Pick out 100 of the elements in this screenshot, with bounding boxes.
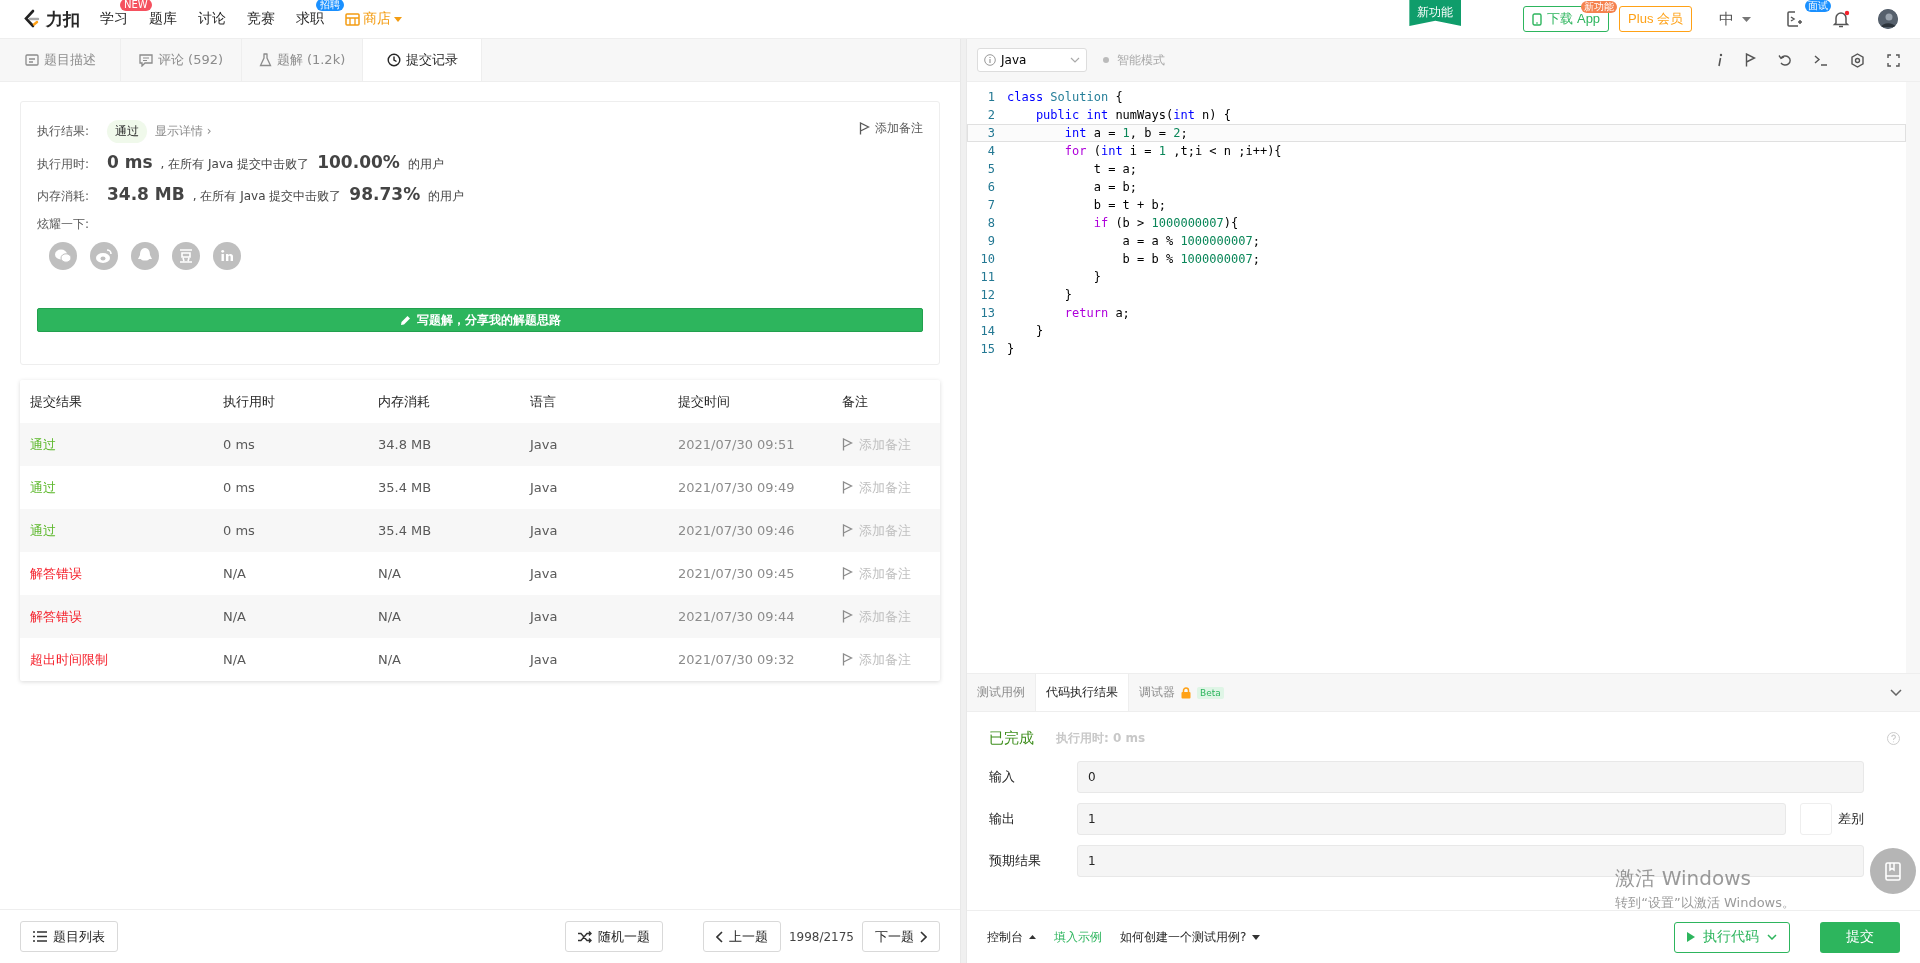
code-line: a = a % 1000000007; <box>1121 233 1261 250</box>
field-label: 输入 <box>989 768 1016 786</box>
details-link[interactable]: 显示详情 › <box>155 123 212 140</box>
status-link[interactable]: 通过 <box>30 478 223 497</box>
document-icon <box>24 54 39 66</box>
phone-icon <box>1532 12 1543 26</box>
nav-badge: 招聘 <box>316 0 344 11</box>
nav-item[interactable]: 学习 <box>100 10 128 28</box>
terminal-icon[interactable] <box>1814 54 1828 66</box>
flag-icon[interactable] <box>1745 53 1756 67</box>
console-tab[interactable]: 调试器 Beta <box>1129 674 1234 711</box>
code-line: a = b; <box>1092 179 1139 196</box>
pencil-icon <box>399 314 411 326</box>
code-line: } <box>1007 341 1016 358</box>
code-line: for (int i = 1 ,t;i < n ;i++){ <box>1063 143 1283 160</box>
how-to-link[interactable]: 如何创建一个测试用例? <box>1120 928 1261 946</box>
column-header: 内存消耗 <box>378 392 431 411</box>
fullscreen-icon[interactable] <box>1887 53 1900 67</box>
nav-item[interactable]: 求职 <box>296 10 324 28</box>
table-cell-text: 35.4 MB <box>378 480 433 495</box>
problem-list-button[interactable]: 题目列表 <box>20 921 118 952</box>
activation-text: 转到“设置”以激活 Windows。 <box>1615 894 1795 912</box>
nav-item[interactable]: 题库 <box>149 10 177 28</box>
table-cell-text: 0 ms <box>223 437 256 452</box>
panel-tab[interactable]: 题目描述 <box>0 39 121 81</box>
play-icon <box>1687 932 1695 942</box>
table-cell-text: 2021/07/30 09:49 <box>678 480 796 495</box>
add-note-link[interactable]: 添加备注 <box>842 478 940 497</box>
field-label: 执行用时: <box>37 156 91 173</box>
table-cell-text: N/A <box>223 609 247 624</box>
smart-mode-toggle[interactable]: 智能模式 <box>1103 51 1165 69</box>
submit-button[interactable]: 提交 <box>1820 921 1900 953</box>
add-note-link[interactable]: 添加备注 <box>842 650 940 669</box>
write-solution-button[interactable]: 写题解，分享我的解题思路 <box>37 308 923 332</box>
random-problem-button[interactable]: 随机一题 <box>564 921 663 952</box>
table-cell-text: 34.8 MB <box>378 437 433 452</box>
chevron-right-icon <box>920 930 927 943</box>
new-feature-ribbon[interactable]: 新功能 <box>1409 0 1462 26</box>
field-label: 预期结果 <box>989 852 1042 870</box>
result-field: 0 <box>1077 761 1864 793</box>
code-line: public int numWays(int n) { <box>1034 107 1232 124</box>
avatar[interactable] <box>1878 9 1898 29</box>
logo-icon[interactable] <box>22 9 40 29</box>
plus-member-button[interactable]: Plus 会员 <box>1619 6 1692 32</box>
nav-item[interactable]: 竞赛 <box>247 10 275 28</box>
add-note-link[interactable]: 添加备注 <box>859 120 923 137</box>
table-cell-text: N/A <box>223 566 247 581</box>
status-link[interactable]: 通过 <box>30 521 223 540</box>
status-link[interactable]: 通过 <box>30 435 223 454</box>
info-icon <box>984 54 996 66</box>
language-dropdown[interactable]: 中 <box>1719 9 1751 29</box>
info-icon[interactable] <box>1717 53 1723 67</box>
status-link[interactable]: 超出时间限制 <box>30 650 223 669</box>
line-number: 13 <box>979 306 996 320</box>
column-header: 语言 <box>530 392 557 411</box>
chevron-down-icon[interactable] <box>1890 689 1902 696</box>
line-number: 7 <box>986 198 996 212</box>
table-cell-text: 2021/07/30 09:44 <box>678 609 796 624</box>
reset-icon[interactable] <box>1778 53 1792 67</box>
table-cell-text: 2021/07/30 09:32 <box>678 652 796 667</box>
console-tab[interactable]: 测试用例 <box>967 674 1035 711</box>
line-number: 3 <box>986 126 996 140</box>
interview-icon[interactable] <box>1786 10 1804 28</box>
console-toggle[interactable]: 控制台 <box>987 928 1036 946</box>
previous-button[interactable]: 上一题 <box>702 921 781 952</box>
add-note-link[interactable]: 添加备注 <box>842 564 940 583</box>
line-number: 4 <box>986 144 996 158</box>
code-line: } <box>1092 269 1102 286</box>
table-cell-text: 0 ms <box>223 523 256 538</box>
comment-icon <box>138 53 153 67</box>
column-header: 提交时间 <box>678 392 731 411</box>
chevron-left-icon <box>715 930 723 943</box>
field-label: 炫耀一下: <box>37 216 91 233</box>
result-status: 已完成 <box>989 728 1034 748</box>
table-cell-text: Java <box>530 480 559 495</box>
settings-icon[interactable] <box>1850 52 1865 68</box>
console-tab[interactable]: 代码执行结果 <box>1035 674 1129 711</box>
status-link[interactable]: 解答错误 <box>30 607 223 626</box>
column-header: 提交结果 <box>30 392 83 411</box>
status-link[interactable]: 解答错误 <box>30 564 223 583</box>
language-select[interactable]: Java <box>977 48 1087 72</box>
nav-item[interactable]: 商店 <box>345 10 402 28</box>
line-number: 9 <box>986 234 996 248</box>
line-number: 14 <box>979 324 996 338</box>
run-code-button[interactable]: 执行代码 <box>1674 921 1790 953</box>
clock-icon <box>386 53 401 67</box>
fill-example-link[interactable]: 填入示例 <box>1054 928 1102 946</box>
shop-icon <box>345 12 360 26</box>
panel-tab[interactable]: 评论 (592) <box>121 39 242 81</box>
caret-icon <box>394 16 402 22</box>
interview-badge: 面试 <box>1805 0 1831 12</box>
table-cell-text: N/A <box>378 609 402 624</box>
bell-icon[interactable] <box>1832 10 1850 28</box>
flag-icon <box>859 122 870 135</box>
code-line: int a = 1, b = 2; <box>1063 125 1189 142</box>
panel-tab[interactable]: 提交记录 <box>363 39 482 81</box>
next-button[interactable]: 下一题 <box>862 921 940 952</box>
logo-text[interactable]: 力扣 <box>46 7 80 31</box>
line-number: 6 <box>986 180 996 194</box>
nav-item[interactable]: 讨论 <box>198 10 226 28</box>
